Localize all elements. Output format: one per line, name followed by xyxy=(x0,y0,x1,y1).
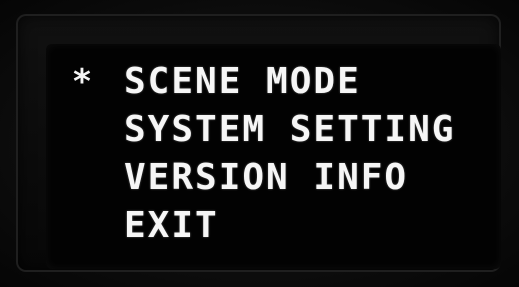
lcd-screen: * SCENE MODE SYSTEM SETTING VERSION INFO… xyxy=(46,44,501,269)
menu-item-version-info[interactable]: VERSION INFO xyxy=(46,154,501,202)
menu-item-label: SCENE MODE xyxy=(124,61,361,102)
menu-item-label: VERSION INFO xyxy=(124,157,409,198)
menu-item-system-setting[interactable]: SYSTEM SETTING xyxy=(46,106,501,154)
menu-item-exit[interactable]: EXIT xyxy=(46,202,501,250)
main-menu: * SCENE MODE SYSTEM SETTING VERSION INFO… xyxy=(46,58,501,250)
device-frame: * SCENE MODE SYSTEM SETTING VERSION INFO… xyxy=(0,0,519,287)
display-bezel: * SCENE MODE SYSTEM SETTING VERSION INFO… xyxy=(16,14,501,272)
menu-item-scene-mode[interactable]: * SCENE MODE xyxy=(46,58,501,106)
selection-cursor-icon: * xyxy=(71,62,93,102)
menu-item-label: EXIT xyxy=(124,205,219,246)
menu-item-label: SYSTEM SETTING xyxy=(124,109,456,150)
